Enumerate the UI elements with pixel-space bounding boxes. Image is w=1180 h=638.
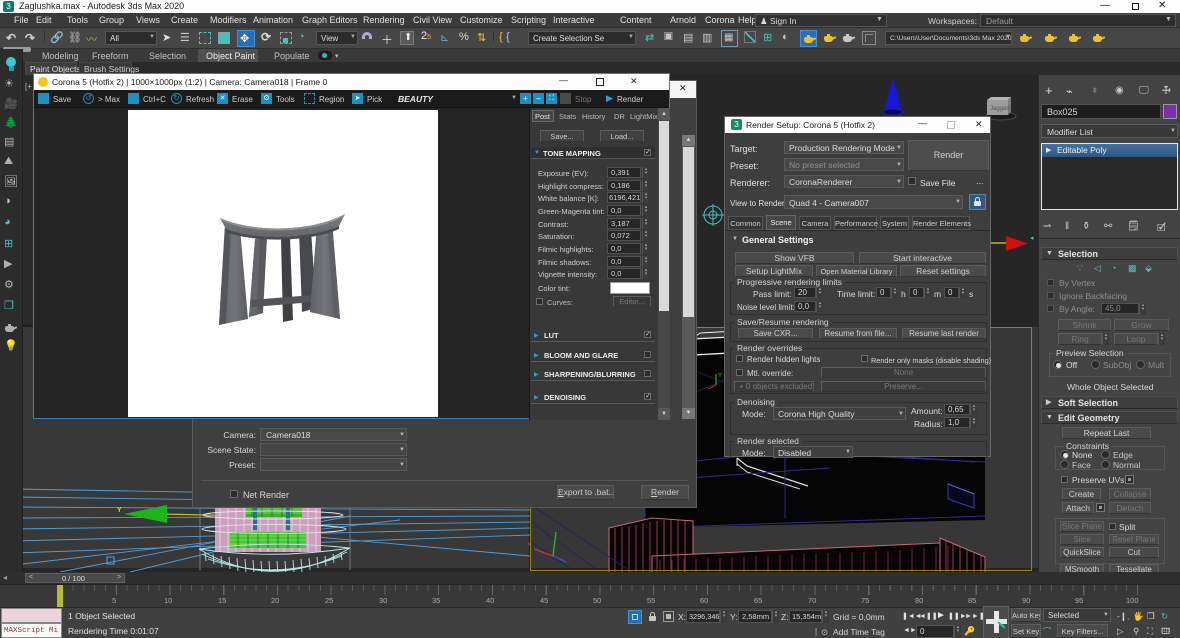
svg-text:Y: Y [117,507,122,514]
svg-text:Y: Y [718,373,722,379]
svg-text:◂: ◂ [1030,235,1034,242]
svg-text:Jagged: Jagged [990,106,1010,112]
